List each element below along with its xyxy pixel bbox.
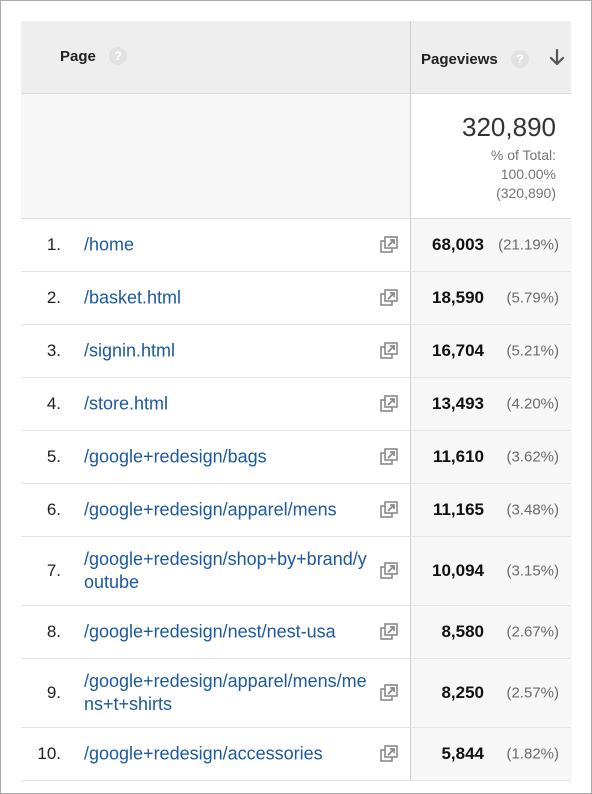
row-rank: 6. <box>46 500 61 519</box>
pageviews-cell: 68,003 (21.19%) <box>410 219 572 271</box>
row-rank: 2. <box>46 288 61 307</box>
pageviews-percent: (3.62%) <box>506 448 559 466</box>
pageviews-cell: 18,590 (5.79%) <box>410 272 572 324</box>
pageviews-value: 68,003 <box>432 235 484 254</box>
pageviews-cell: 11,610 (3.62%) <box>410 431 572 483</box>
table-row: 7. /google+redesign/shop+by+brand/youtube… <box>21 537 572 606</box>
table-row: 9. /google+redesign/apparel/mens/mens+t+s… <box>21 659 572 728</box>
pageviews-percent: (2.57%) <box>506 684 559 702</box>
pageviews-value: 8,250 <box>441 683 484 702</box>
open-in-new-window-icon[interactable] <box>379 683 399 703</box>
percent-of-total-label: % of Total: <box>490 147 556 163</box>
row-rank: 7. <box>46 561 61 580</box>
page-cell: 1. /home <box>21 219 410 271</box>
page-link[interactable]: /home <box>84 234 372 257</box>
page-link[interactable]: /google+redesign/apparel/mens/mens+t+shi… <box>84 670 372 716</box>
pageviews-cell: 13,493 (4.20%) <box>410 378 572 430</box>
row-rank: 5. <box>46 447 61 466</box>
percent-of-total-value: 100.00% <box>500 166 556 182</box>
pageviews-percent: (21.19%) <box>498 236 559 254</box>
pageviews-percent: (3.15%) <box>506 562 559 580</box>
table-row: 6. /google+redesign/apparel/mens 11,165 (3.… <box>21 484 572 537</box>
page-link[interactable]: /basket.html <box>84 287 372 310</box>
page-column-header[interactable]: Page ? <box>21 21 410 93</box>
pageviews-percent: (3.48%) <box>506 501 559 519</box>
totals-page-cell <box>21 94 410 218</box>
page-link[interactable]: /google+redesign/shop+by+brand/youtube <box>84 548 372 594</box>
page-link[interactable]: /google+redesign/bags <box>84 446 372 469</box>
pageviews-value: 8,580 <box>441 622 484 641</box>
pageviews-percent: (5.21%) <box>506 342 559 360</box>
open-in-new-window-icon[interactable] <box>379 235 399 255</box>
pageviews-percent: (4.20%) <box>506 395 559 413</box>
pageviews-column-label: Pageviews <box>421 51 498 68</box>
pageviews-percent: (2.67%) <box>506 623 559 641</box>
table-row: 2. /basket.html 18,590 (5.79%) <box>21 272 572 325</box>
open-in-new-window-icon[interactable] <box>379 622 399 642</box>
row-rank: 8. <box>46 622 61 641</box>
open-in-new-window-icon[interactable] <box>379 341 399 361</box>
table-row: 3. /signin.html 16,704 (5.21%) <box>21 325 572 378</box>
pageviews-value: 18,590 <box>432 288 484 307</box>
page-link[interactable]: /google+redesign/apparel/mens <box>84 499 372 522</box>
open-in-new-window-icon[interactable] <box>379 394 399 414</box>
open-in-new-window-icon[interactable] <box>379 561 399 581</box>
row-rank: 10. <box>37 744 61 763</box>
page-cell: 9. /google+redesign/apparel/mens/mens+t+s… <box>21 659 410 727</box>
page-cell: 3. /signin.html <box>21 325 410 377</box>
row-rank: 4. <box>46 394 61 413</box>
table-row: 10. /google+redesign/accessories 5,844 (1.8… <box>21 728 572 781</box>
pages-report-table: Page ? Pageviews ? 320,890 % of Total: 1… <box>21 21 572 781</box>
total-pageviews: 320,890 <box>462 112 556 142</box>
page-cell: 8. /google+redesign/nest/nest-usa <box>21 606 410 658</box>
table-row: 4. /store.html 13,493 (4.20%) <box>21 378 572 431</box>
table-row: 5. /google+redesign/bags 11,610 (3.62%) <box>21 431 572 484</box>
open-in-new-window-icon[interactable] <box>379 447 399 467</box>
page-cell: 6. /google+redesign/apparel/mens <box>21 484 410 536</box>
pageviews-percent: (1.82%) <box>506 745 559 763</box>
pageviews-cell: 11,165 (3.48%) <box>410 484 572 536</box>
pageviews-column-header[interactable]: Pageviews ? <box>410 21 572 93</box>
page-cell: 2. /basket.html <box>21 272 410 324</box>
pageviews-value: 11,610 <box>432 447 484 466</box>
totals-pageviews-cell: 320,890 % of Total: 100.00% (320,890) <box>410 94 572 218</box>
open-in-new-window-icon[interactable] <box>379 744 399 764</box>
pageviews-cell: 8,580 (2.67%) <box>410 606 572 658</box>
table-row: 1. /home 68,003 (21.19%) <box>21 219 572 272</box>
question-circle-icon[interactable]: ? <box>109 47 127 65</box>
page-column-label: Page <box>60 48 96 65</box>
table-body: 1. /home 68,003 (21.19%) 2. /basket.html 18,59… <box>21 219 572 781</box>
pageviews-cell: 8,250 (2.57%) <box>410 659 572 727</box>
open-in-new-window-icon[interactable] <box>379 500 399 520</box>
pageviews-value: 5,844 <box>441 744 484 763</box>
totals-row: 320,890 % of Total: 100.00% (320,890) <box>21 94 572 219</box>
page-cell: 10. /google+redesign/accessories <box>21 728 410 780</box>
pageviews-value: 13,493 <box>432 394 484 413</box>
percent-of-total-base: (320,890) <box>496 185 556 201</box>
pageviews-cell: 5,844 (1.82%) <box>410 728 572 780</box>
row-rank: 1. <box>46 235 61 254</box>
row-rank: 3. <box>46 341 61 360</box>
open-in-new-window-icon[interactable] <box>379 288 399 308</box>
pageviews-cell: 10,094 (3.15%) <box>410 537 572 605</box>
total-percent-block: % of Total: 100.00% (320,890) <box>491 146 556 203</box>
question-circle-icon[interactable]: ? <box>511 50 529 68</box>
arrow-down-icon[interactable] <box>549 49 565 67</box>
page-cell: 5. /google+redesign/bags <box>21 431 410 483</box>
pageviews-value: 11,165 <box>432 500 484 519</box>
page-link[interactable]: /google+redesign/nest/nest-usa <box>84 621 372 644</box>
pageviews-percent: (5.79%) <box>506 289 559 307</box>
pageviews-cell: 16,704 (5.21%) <box>410 325 572 377</box>
page-link[interactable]: /store.html <box>84 393 372 416</box>
row-rank: 9. <box>46 683 61 702</box>
page-link[interactable]: /google+redesign/accessories <box>84 743 372 766</box>
page-cell: 4. /store.html <box>21 378 410 430</box>
page-cell: 7. /google+redesign/shop+by+brand/youtube <box>21 537 410 605</box>
pageviews-value: 10,094 <box>432 561 484 580</box>
table-row: 8. /google+redesign/nest/nest-usa 8,580 (2.… <box>21 606 572 659</box>
pageviews-value: 16,704 <box>432 341 484 360</box>
page-link[interactable]: /signin.html <box>84 340 372 363</box>
table-header: Page ? Pageviews ? <box>21 21 571 94</box>
